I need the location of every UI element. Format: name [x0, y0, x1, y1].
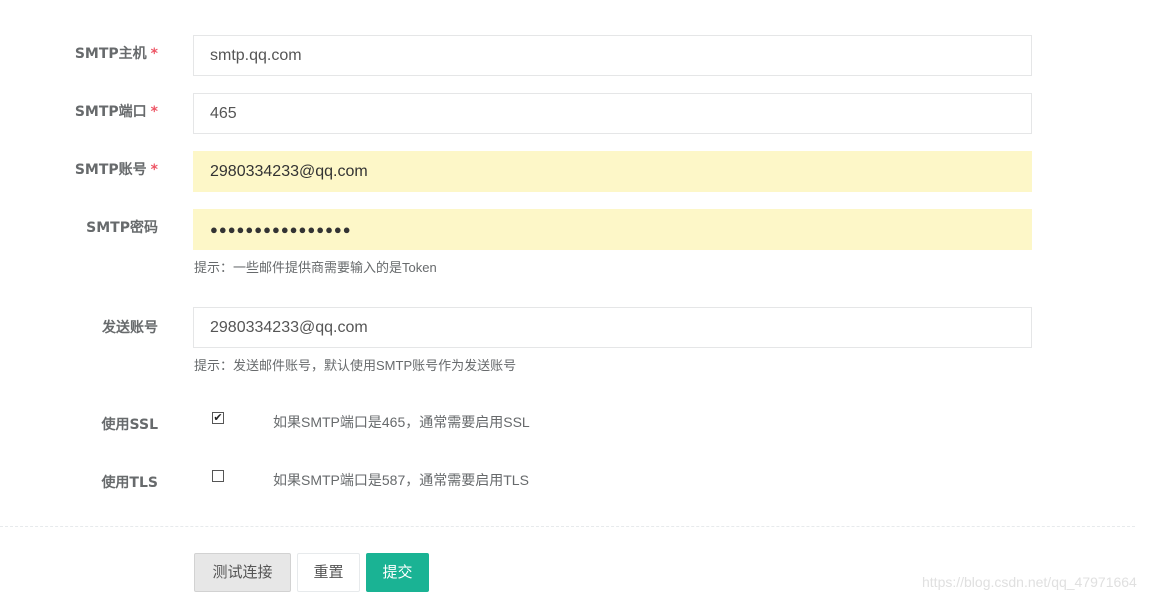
submit-button[interactable]: 提交 — [366, 553, 429, 592]
reset-button[interactable]: 重置 — [297, 553, 360, 592]
form-divider — [0, 526, 1135, 527]
password-hint: 提示：一些邮件提供商需要输入的是Token — [194, 260, 437, 275]
account-label: SMTP账号 * — [74, 162, 158, 178]
sender-label: 发送账号 — [102, 320, 158, 336]
tls-hint: 如果SMTP端口是587，通常需要启用TLS — [273, 472, 529, 488]
smtp-host-input[interactable] — [193, 35, 1032, 76]
test-connection-button[interactable]: 测试连接 — [194, 553, 291, 592]
required-mark: * — [150, 104, 158, 120]
host-label: SMTP主机 * — [74, 46, 158, 62]
password-label: SMTP密码 — [86, 220, 158, 236]
required-mark: * — [150, 46, 158, 62]
sender-hint: 提示：发送邮件账号，默认使用SMTP账号作为发送账号 — [194, 358, 517, 373]
ssl-hint: 如果SMTP端口是465，通常需要启用SSL — [273, 414, 530, 430]
watermark: https://blog.csdn.net/qq_47971664 — [922, 574, 1137, 590]
ssl-label: 使用SSL — [101, 417, 158, 433]
tls-checkbox[interactable] — [212, 470, 224, 482]
required-mark: * — [150, 162, 158, 178]
sender-account-input[interactable] — [193, 307, 1032, 348]
ssl-checkbox[interactable]: ✔ — [212, 412, 224, 424]
smtp-port-input[interactable] — [193, 93, 1032, 134]
tls-label: 使用TLS — [101, 475, 158, 491]
smtp-password-input[interactable] — [193, 209, 1032, 250]
port-label: SMTP端口 * — [74, 104, 158, 120]
smtp-account-input[interactable] — [193, 151, 1032, 192]
